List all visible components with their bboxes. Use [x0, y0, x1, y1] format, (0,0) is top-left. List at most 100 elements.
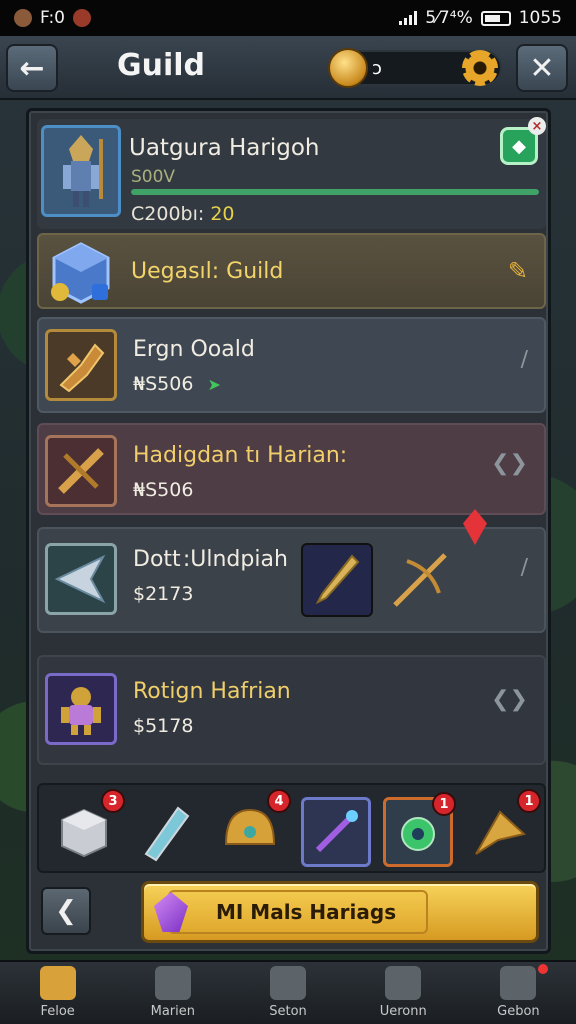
nav-item-heroes[interactable]: Marien	[115, 962, 230, 1024]
app-icon	[73, 9, 92, 27]
inventory-slot[interactable]	[131, 797, 201, 867]
back-arrow-icon: ←	[19, 50, 45, 86]
guild-panel: Uatgura Harigoh S00V C200bı: 20 ◆ × Uega…	[26, 108, 551, 954]
list-item[interactable]: Rotign Hafrian $5178 ❮❯	[37, 655, 546, 765]
primary-action-button[interactable]: MI Mals Hariags	[141, 881, 539, 943]
close-button[interactable]: ✕	[516, 44, 568, 92]
player-stat-value: 20	[210, 203, 235, 225]
notification-icon	[14, 9, 32, 27]
player-stat: C200bı: 20	[131, 203, 235, 225]
count-badge: 1	[432, 792, 456, 816]
guild-name: Uegasıl: Guild	[131, 259, 284, 284]
nav-label: Gebon	[497, 1004, 540, 1019]
sword-icon	[500, 966, 537, 1000]
arrowhead-icon	[475, 810, 527, 855]
inventory-slot[interactable]: 3	[49, 789, 125, 867]
nav-item-settings[interactable]: Seton	[230, 962, 345, 1024]
staff-icon	[315, 810, 358, 853]
potion-icon	[144, 806, 190, 862]
signal-icon	[399, 11, 418, 25]
player-name: Uatgura Harigoh	[129, 135, 320, 161]
player-stat-label: C200bı:	[131, 203, 205, 225]
battery-percent: 5⁄7⁴%	[425, 8, 473, 28]
progress-label: S00V	[131, 167, 176, 187]
back-button[interactable]: ←	[6, 44, 58, 92]
status-left-text: F:0	[40, 8, 66, 28]
currency-value: ɔ	[372, 58, 382, 79]
item-price-value: ₦S506	[133, 373, 194, 395]
page-title: Guild	[117, 48, 206, 83]
equipped-item-slot[interactable]	[301, 543, 373, 617]
nav-label: Marien	[150, 1004, 195, 1019]
nav-item-home[interactable]: Feloe	[0, 962, 115, 1024]
player-card[interactable]: Uatgura Harigoh S00V C200bı: 20 ◆ ×	[37, 117, 546, 229]
edit-pencil-icon[interactable]: ✎	[508, 257, 528, 285]
currency-display: ɔ	[328, 48, 502, 88]
crate-icon	[61, 808, 107, 858]
item-name: Hadigdan tı Harian:	[133, 443, 348, 468]
chest-icon	[385, 966, 422, 1000]
nav-label: Seton	[269, 1004, 307, 1019]
guild-cube-icon	[51, 242, 110, 304]
hero-icon	[154, 966, 191, 1000]
nav-item-inventory[interactable]: Ueronn	[346, 962, 461, 1024]
item-price: $2173	[133, 583, 194, 605]
up-arrow-icon: ➤	[207, 375, 221, 394]
player-portrait	[41, 125, 121, 217]
list-item[interactable]: Hadigdan tı Harian: ₦S506 ❮❯	[37, 423, 546, 515]
item-price: ₦S506 ➤	[133, 373, 221, 395]
crossbow-icon	[393, 553, 447, 607]
chevron-icon[interactable]: ∕	[521, 555, 528, 580]
gold-coin-icon	[328, 48, 368, 88]
dagger-icon	[315, 554, 360, 605]
nav-item-battle[interactable]: Gebon	[461, 962, 576, 1024]
count-badge: 1	[517, 789, 541, 813]
bottom-navigation: Feloe Marien Seton Ueronn Gebon	[0, 960, 576, 1024]
notification-dot	[538, 964, 549, 974]
close-icon: ✕	[529, 50, 555, 86]
top-header: ← Guild ɔ ✕	[0, 36, 576, 100]
crossbow-item[interactable]	[383, 543, 457, 617]
home-icon	[39, 966, 76, 1000]
golem-icon	[61, 687, 101, 735]
count-badge: 3	[101, 789, 125, 813]
guild-emblem	[45, 237, 117, 309]
crossbow-icon	[58, 448, 104, 494]
item-portrait	[45, 543, 117, 615]
nav-label: Ueronn	[379, 1004, 427, 1019]
item-portrait	[45, 435, 117, 507]
list-item[interactable]: Dott :Ulndpiah $2173 ∕	[37, 509, 546, 633]
count-badge: 4	[267, 789, 291, 813]
primary-action-label: MI Mals Hariags	[216, 900, 397, 924]
chevron-icon[interactable]: ❮❯	[491, 687, 528, 712]
inventory-strip: 3 4 1 1	[37, 783, 546, 873]
list-item[interactable]: Ergn Ooald ₦S506 ➤ ∕	[37, 317, 546, 413]
clock: 1055	[518, 8, 562, 28]
nav-label: Feloe	[40, 1004, 75, 1019]
inventory-slot[interactable]: 1	[465, 789, 541, 867]
helmet-icon	[224, 808, 276, 845]
progress-bar	[131, 189, 539, 195]
chevron-icon[interactable]: ∕	[521, 347, 528, 372]
progress-bar-fill	[131, 189, 539, 195]
inventory-slot[interactable]: 4	[215, 789, 291, 867]
gauntlet-icon	[59, 343, 105, 393]
battery-icon	[480, 10, 511, 26]
arrowhead-icon	[54, 554, 106, 604]
inventory-slot[interactable]: 1	[383, 792, 456, 867]
guild-row[interactable]: Uegasıl: Guild ✎	[37, 233, 546, 309]
shield-icon: ◆	[512, 135, 526, 157]
gear-icon[interactable]	[462, 50, 498, 86]
item-portrait	[45, 329, 117, 401]
dismiss-badge-icon[interactable]: ×	[528, 117, 546, 135]
item-name: Dott :Ulndpiah	[133, 547, 288, 572]
item-portrait	[45, 673, 117, 745]
item-name: Rotign Hafrian	[133, 679, 291, 704]
inventory-slot[interactable]	[301, 797, 371, 867]
item-name: Ergn Ooald	[133, 337, 255, 362]
chevron-left-icon: ❮	[55, 896, 77, 926]
knight-icon	[63, 135, 103, 207]
chevron-icon[interactable]: ❮❯	[491, 451, 528, 476]
previous-page-button[interactable]: ❮	[41, 887, 91, 935]
item-price: $5178	[133, 715, 194, 737]
